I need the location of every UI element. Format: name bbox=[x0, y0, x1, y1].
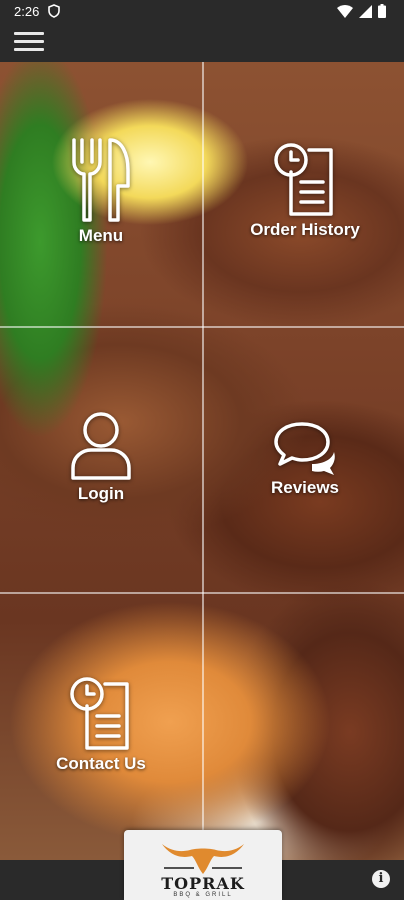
user-icon bbox=[71, 412, 131, 480]
wifi-icon bbox=[337, 4, 353, 18]
reviews-label: Reviews bbox=[270, 478, 340, 497]
shield-icon bbox=[48, 4, 60, 18]
brand-logo: TOPRAK BBQ & GRILL bbox=[124, 830, 282, 900]
order-history-label: Order History bbox=[250, 220, 360, 239]
signal-icon bbox=[359, 4, 372, 18]
hamburger-icon[interactable] bbox=[14, 28, 46, 54]
fork-knife-icon bbox=[72, 138, 130, 222]
status-bar: 2:26 bbox=[0, 0, 404, 22]
clock-document-icon bbox=[274, 143, 333, 216]
food-background-image: Menu Order History Login Reviews Contact… bbox=[0, 62, 404, 860]
contact-us-tile[interactable]: Contact Us bbox=[0, 594, 202, 858]
battery-icon bbox=[378, 4, 386, 18]
reviews-tile[interactable]: Reviews bbox=[204, 328, 404, 592]
login-label: Login bbox=[77, 484, 125, 503]
login-tile[interactable]: Login bbox=[0, 328, 202, 592]
speech-bubbles-icon bbox=[274, 422, 335, 475]
contact-us-label: Contact Us bbox=[56, 754, 146, 773]
order-history-tile[interactable]: Order History bbox=[204, 62, 404, 326]
brand-tagline: BBQ & GRILL bbox=[173, 892, 233, 898]
status-time: 2:26 bbox=[14, 4, 40, 19]
app-bar bbox=[0, 22, 404, 62]
bull-horns-icon bbox=[162, 844, 244, 874]
brand-name: TOPRAK bbox=[161, 874, 245, 893]
info-icon[interactable]: i bbox=[372, 870, 390, 888]
clock-document-icon bbox=[70, 677, 129, 750]
menu-tile[interactable]: Menu bbox=[0, 62, 202, 326]
menu-label: Menu bbox=[78, 226, 124, 245]
